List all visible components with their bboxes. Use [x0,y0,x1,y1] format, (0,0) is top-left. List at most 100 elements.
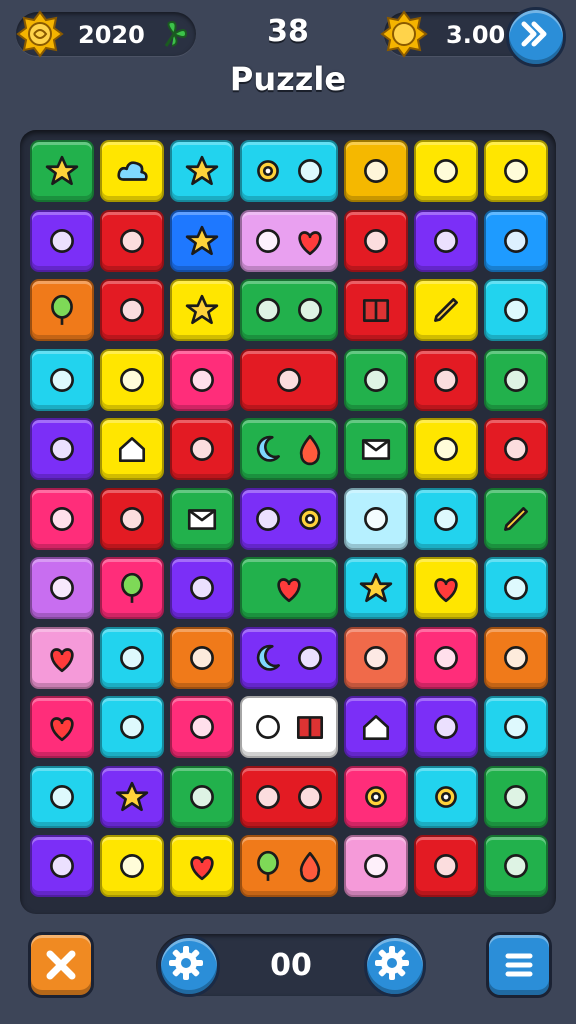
tile-r6-c6[interactable] [414,487,478,550]
settings-right-button[interactable] [364,935,426,997]
bulb-icon [255,784,280,809]
tile-r6-c1[interactable] [30,487,94,550]
tile-r7-c2[interactable] [100,557,164,619]
tile-r8-c1[interactable] [30,626,94,689]
tile-r2-c4[interactable] [240,209,338,272]
tile-r10-c2[interactable] [100,765,164,828]
tile-r11-c4[interactable] [240,835,338,897]
star-icon [115,781,149,811]
tile-r3-c4[interactable] [240,279,338,341]
house-icon [118,437,146,463]
tile-r9-c6[interactable] [414,696,478,758]
envelope-icon [361,439,391,460]
tile-r11-c3[interactable] [170,835,234,897]
tile-r9-c3[interactable] [170,696,234,758]
tile-r6-c4[interactable] [240,487,338,550]
tile-r3-c5[interactable] [344,279,408,341]
tile-r2-c3[interactable] [170,209,234,272]
fast-forward-icon [521,21,547,47]
tile-r2-c7[interactable] [484,209,548,272]
tile-r6-c2[interactable] [100,487,164,550]
tile-r3-c3[interactable] [170,279,234,341]
tile-r5-c7[interactable] [484,418,548,480]
tile-r10-c3[interactable] [170,765,234,828]
tile-r9-c5[interactable] [344,696,408,758]
tile-r1-c1[interactable] [30,140,94,202]
box-icon [190,367,214,392]
tile-r5-c5[interactable] [344,418,408,480]
cross-icon [50,854,74,878]
tile-r4-c7[interactable] [484,348,548,411]
tile-r7-c7[interactable] [484,557,548,619]
tile-r7-c6[interactable] [414,557,478,619]
cloud-icon [117,161,148,181]
tile-r10-c4[interactable] [240,765,338,828]
gear-icon [435,785,457,808]
tile-r5-c2[interactable] [100,418,164,480]
tile-r8-c6[interactable] [414,626,478,689]
tile-r9-c2[interactable] [100,696,164,758]
tile-r8-c7[interactable] [484,626,548,689]
tile-r7-c1[interactable] [30,557,94,619]
tile-r2-c5[interactable] [344,209,408,272]
tile-r1-c5[interactable] [344,140,408,202]
tile-r1-c2[interactable] [100,140,164,202]
tile-r7-c5[interactable] [344,557,408,619]
tile-r2-c6[interactable] [414,209,478,272]
keyhole-icon [364,159,388,183]
tile-r9-c1[interactable] [30,696,94,758]
tile-r3-c7[interactable] [484,279,548,341]
tile-r6-c7[interactable] [484,487,548,550]
tile-r10-c5[interactable] [344,765,408,828]
tile-r4-c3[interactable] [170,348,234,411]
fast-forward-button[interactable] [506,7,566,67]
tile-r8-c3[interactable] [170,626,234,689]
tile-r5-c6[interactable] [414,418,478,480]
tile-r1-c4[interactable] [240,140,338,202]
tile-r9-c4[interactable] [240,696,338,758]
pin-icon [255,298,280,322]
play-icon [434,715,458,739]
tile-r10-c7[interactable] [484,765,548,828]
tile-r9-c7[interactable] [484,696,548,758]
menu-button[interactable] [486,932,552,998]
tile-r6-c5[interactable] [344,487,408,550]
tile-r4-c6[interactable] [414,348,478,411]
tile-r11-c1[interactable] [30,835,94,897]
tile-r8-c4[interactable] [240,626,338,689]
close-button[interactable] [28,932,94,998]
gear-icon [299,507,322,530]
tile-r7-c4[interactable] [240,557,338,619]
tile-r6-c3[interactable] [170,487,234,550]
tile-r3-c1[interactable] [30,279,94,341]
tile-r3-c2[interactable] [100,279,164,341]
tile-r5-c4[interactable] [240,418,338,480]
tile-r4-c2[interactable] [100,348,164,411]
tile-r4-c4[interactable] [240,348,338,411]
tile-r11-c2[interactable] [100,835,164,897]
tile-icon [255,715,280,739]
tile-r8-c5[interactable] [344,626,408,689]
bubble-icon [255,228,280,253]
check-icon [50,784,74,809]
tile-r10-c1[interactable] [30,765,94,828]
tile-r5-c3[interactable] [170,418,234,480]
tile-r2-c1[interactable] [30,209,94,272]
tile-r11-c6[interactable] [414,835,478,897]
balloon-icon [256,850,279,881]
tile-r4-c5[interactable] [344,348,408,411]
tile-r4-c1[interactable] [30,348,94,411]
tile-r11-c5[interactable] [344,835,408,897]
tile-r7-c3[interactable] [170,557,234,619]
gear-icon [375,946,409,980]
tile-r10-c6[interactable] [414,765,478,828]
tile-r2-c2[interactable] [100,209,164,272]
berry-icon [504,298,528,322]
tile-r11-c7[interactable] [484,835,548,897]
tile-r8-c2[interactable] [100,626,164,689]
tile-r3-c6[interactable] [414,279,478,341]
tile-r1-c3[interactable] [170,140,234,202]
tile-r1-c6[interactable] [414,140,478,202]
tile-r1-c7[interactable] [484,140,548,202]
tile-r5-c1[interactable] [30,418,94,480]
